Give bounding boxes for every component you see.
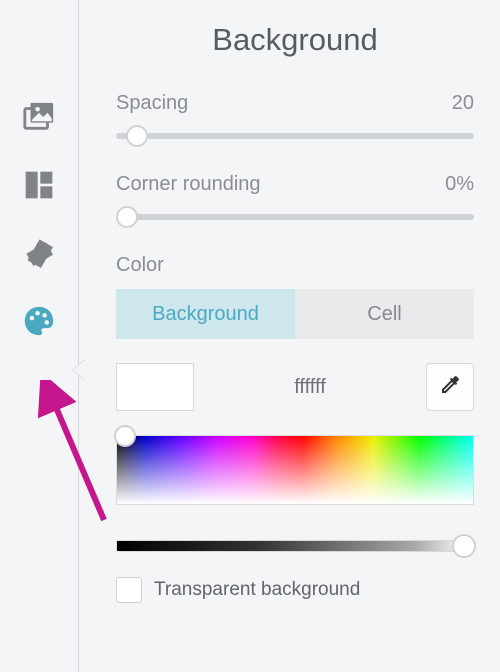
swatch-row: ffffff <box>116 363 474 411</box>
rounding-label: Corner rounding <box>116 173 261 196</box>
spacing-value: 20 <box>452 92 474 115</box>
lightness-slider[interactable] <box>116 533 474 557</box>
sidebar <box>0 0 78 672</box>
spacing-section: Spacing 20 <box>116 92 474 145</box>
eyedropper-button[interactable] <box>426 363 474 411</box>
rounding-section: Corner rounding 0% <box>116 173 474 226</box>
color-hex-value[interactable]: ffffff <box>212 376 408 399</box>
rounding-slider[interactable] <box>116 206 474 226</box>
spacing-slider[interactable] <box>116 125 474 145</box>
tab-background[interactable]: Background <box>116 289 295 339</box>
palette-icon[interactable] <box>22 304 56 338</box>
rounding-value: 0% <box>445 173 474 196</box>
sidebar-divider <box>78 0 79 672</box>
active-tab-pointer <box>72 359 86 381</box>
images-icon[interactable] <box>22 100 56 134</box>
panel-title: Background <box>116 22 474 58</box>
color-section-label: Color <box>116 254 474 277</box>
transparent-row: Transparent background <box>116 577 474 603</box>
transparent-checkbox[interactable] <box>116 577 142 603</box>
layout-icon[interactable] <box>22 168 56 202</box>
hue-picker[interactable] <box>116 425 474 515</box>
spacing-label: Spacing <box>116 92 188 115</box>
eyedropper-icon <box>438 373 462 402</box>
transparent-label: Transparent background <box>154 579 360 601</box>
tab-cell[interactable]: Cell <box>295 289 474 339</box>
tags-icon[interactable] <box>22 236 56 270</box>
color-swatch[interactable] <box>116 363 194 411</box>
background-panel: Background Spacing 20 Corner rounding 0%… <box>92 0 500 672</box>
color-tabs: Background Cell <box>116 289 474 339</box>
